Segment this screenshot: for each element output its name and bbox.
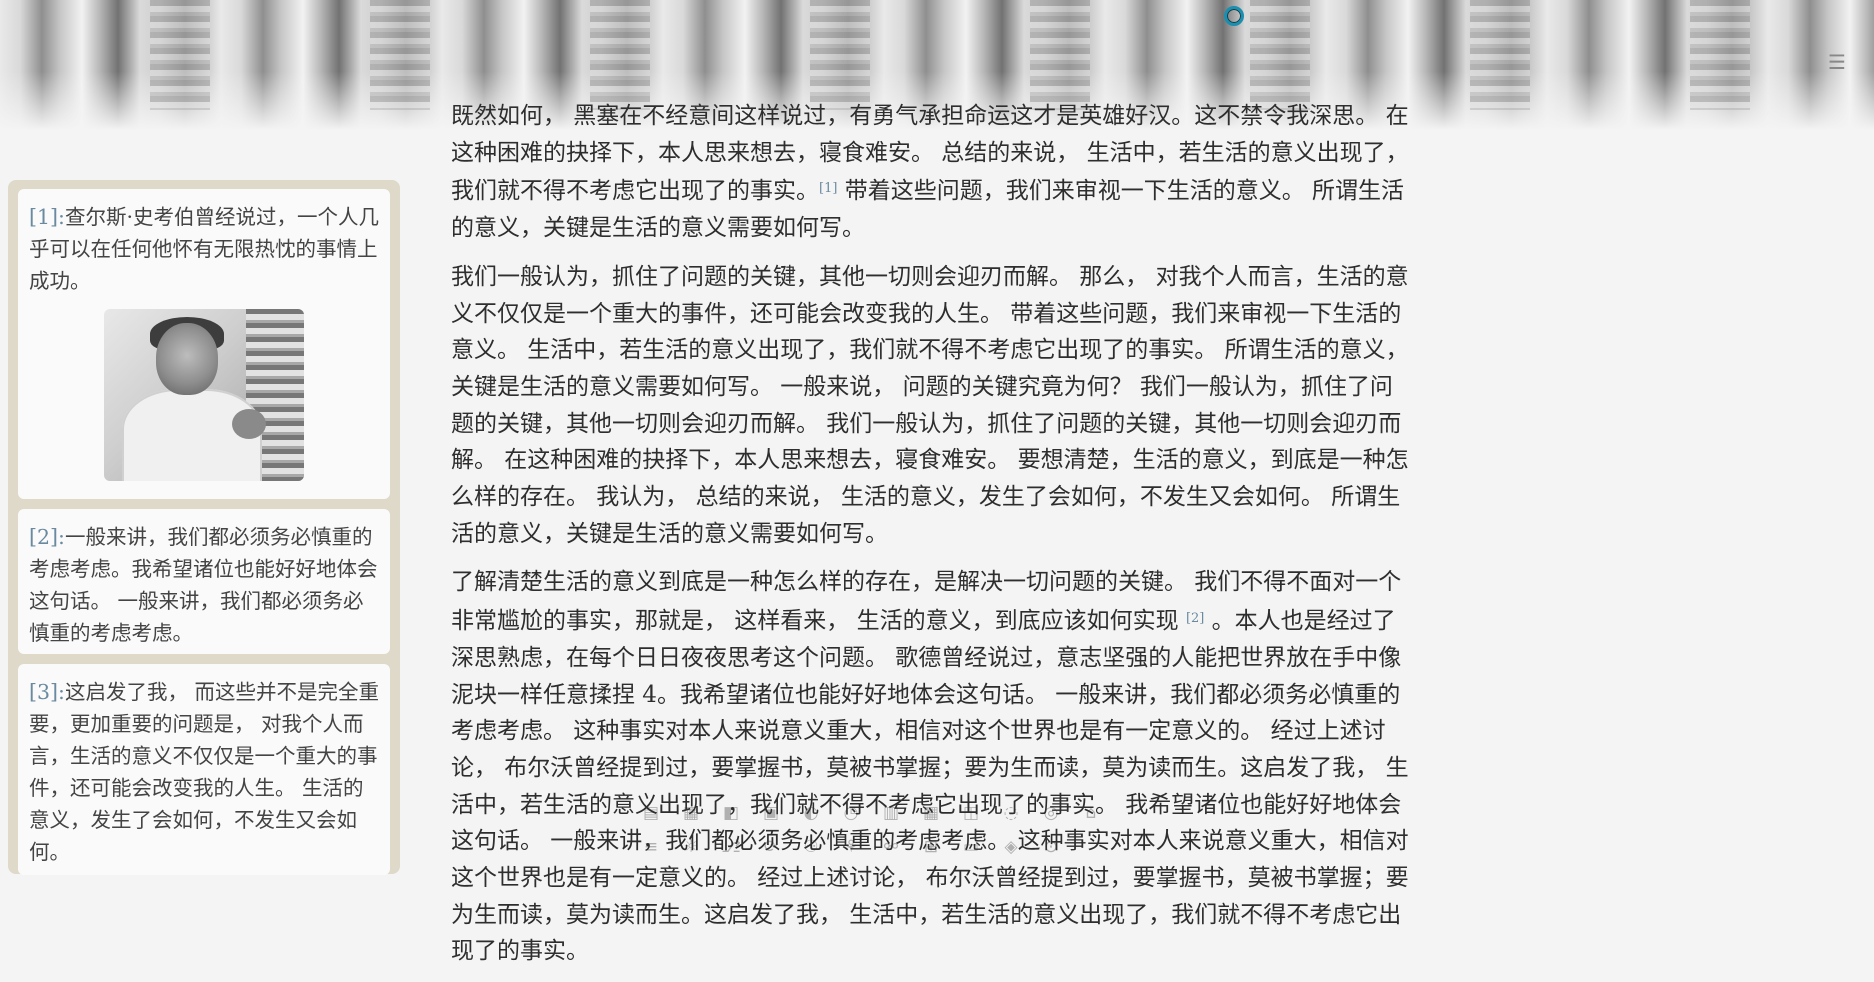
banner-decoration (370, 0, 430, 110)
toolbar-tool-icon[interactable]: ◐ (800, 802, 822, 824)
article-paragraph: 了解清楚生活的意义到底是一种怎么样的存在，是解决一切问题的关键。 我们不得不面对… (451, 569, 1409, 965)
toolbar-tool-icon[interactable]: ⚇ (800, 836, 822, 858)
footnote-card: [3]:这启发了我， 而这些并不是完全重要，更加重要的问题是， 对我个人而言，生… (18, 664, 390, 875)
toolbar-tool-icon[interactable]: ⚘ (840, 836, 862, 858)
toolbar-tool-icon[interactable]: ◷ (840, 802, 862, 824)
toolbar-tool-icon[interactable]: ▦ (920, 802, 942, 824)
banner-decoration (1250, 0, 1310, 110)
banner-decoration (1690, 0, 1750, 110)
toolbar-tool-icon[interactable]: ◌ (1000, 802, 1022, 824)
banner-decoration (1030, 0, 1090, 110)
toolbar-tool-icon[interactable]: ▣ (760, 802, 782, 824)
footnote-text: 这启发了我， 而这些并不是完全重要，更加重要的问题是， 对我个人而言，生活的意义… (29, 680, 379, 864)
toolbar-tool-icon[interactable]: ⎇ (720, 836, 742, 858)
loading-ring-icon (1224, 6, 1244, 26)
toolbar-tool-icon[interactable]: ▥ (880, 802, 902, 824)
menu-icon[interactable]: ☰ (1826, 50, 1848, 74)
footnote-ref-link[interactable]: [3]: (29, 680, 65, 704)
portrait-image (104, 309, 304, 481)
footnote-text: 一般来讲，我们都必须务必慎重的考虑考虑。我希望诸位也能好好地体会这句话。 一般来… (29, 525, 378, 645)
toolbar-tool-icon[interactable]: ≡ (640, 836, 662, 858)
toolbar-tool-icon[interactable]: ⟳ (760, 836, 782, 858)
toolbar-tool-icon[interactable]: ▦ (680, 802, 702, 824)
toolbar-tool-icon[interactable]: ⊙ (1040, 836, 1062, 858)
article-paragraph: 我们一般认为，抓住了问题的关键，其他一切则会迎刃而解。 那么， 对我个人而言，生… (451, 263, 1409, 547)
footnote-ref-link[interactable]: [2]: (29, 525, 65, 549)
footnote-sidebar: [1]:查尔斯·史考伯曾经说过，一个人几乎可以在任何他怀有无限热忱的事情上成功。… (8, 180, 400, 875)
toolbar-tool-icon[interactable]: ⚯ (880, 836, 902, 858)
banner-decoration (590, 0, 650, 110)
toolbar-tool-icon[interactable]: ⊞ (920, 836, 942, 858)
footnote-card: [1]:查尔斯·史考伯曾经说过，一个人几乎可以在任何他怀有无限热忱的事情上成功。 (18, 189, 390, 499)
toolbar-tool-icon[interactable]: ◈ (1000, 836, 1022, 858)
footnote-ref-link[interactable]: [1]: (29, 205, 65, 229)
banner-decoration (1470, 0, 1530, 110)
banner-decoration (810, 0, 870, 110)
article-paragraph: 既然如何， 黑塞在不经意间这样说过，有勇气承担命运这才是英雄好汉。这不禁令我深思… (451, 103, 1409, 242)
floating-toolbar: ▤ ▦ ◧ ▣ ◐ ◷ ▥ ▦ ◫ ◌ ◎ ⌂ ≡ ☼ ⎇ ⟳ ⚇ ⚘ ⚯ ⊞ ▭ ◈ ⊙ (640, 796, 1220, 870)
footnote-marker[interactable]: [1] (819, 181, 837, 196)
toolbar-tool-icon[interactable]: ☼ (680, 836, 702, 858)
toolbar-tool-icon[interactable]: ▤ (640, 802, 662, 824)
banner-decoration (150, 0, 210, 110)
footnote-card: [2]:一般来讲，我们都必须务必慎重的考虑考虑。我希望诸位也能好好地体会这句话。… (18, 509, 390, 654)
toolbar-tool-icon[interactable]: ◫ (960, 802, 982, 824)
toolbar-tool-icon[interactable]: ▭ (960, 836, 982, 858)
footnote-marker[interactable]: [2] (1186, 611, 1204, 626)
toolbar-tool-icon[interactable]: ◎ (1040, 802, 1062, 824)
footnote-text: 查尔斯·史考伯曾经说过，一个人几乎可以在任何他怀有无限热忱的事情上成功。 (29, 205, 379, 293)
toolbar-tool-icon[interactable]: ⌂ (1080, 802, 1102, 824)
toolbar-tool-icon[interactable]: ◧ (720, 802, 742, 824)
